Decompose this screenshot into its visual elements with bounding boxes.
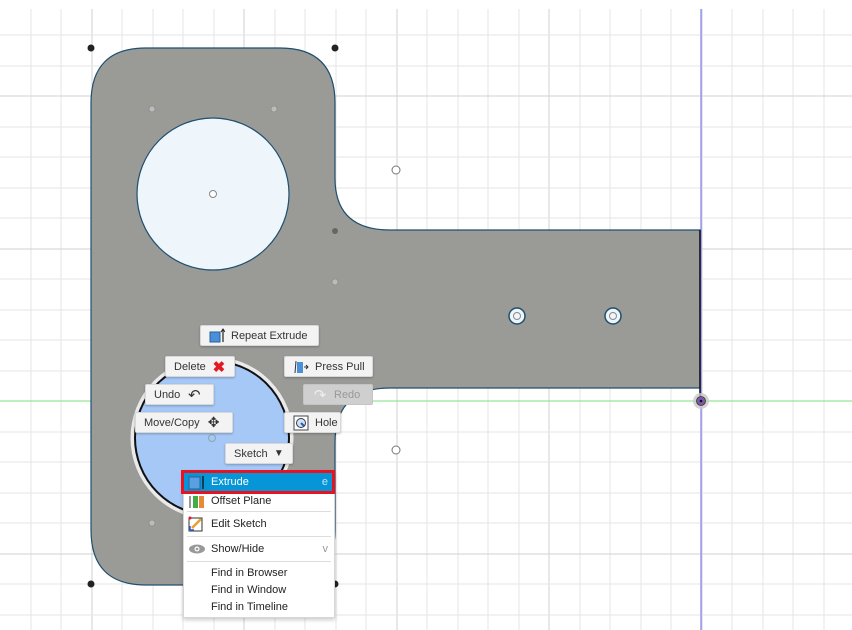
sketch-point [392, 446, 400, 454]
sketch-point [332, 279, 338, 285]
menu-item-offset-plane[interactable]: Offset Plane [184, 492, 334, 509]
center-point [210, 191, 217, 198]
eye-icon [188, 541, 206, 557]
sketch-point [88, 45, 95, 52]
menu-item-label: Edit Sketch [211, 518, 267, 530]
sketch-point [271, 106, 277, 112]
press-pull-label: Press Pull [315, 361, 365, 373]
menu-item-shortcut: v [323, 543, 329, 555]
menu-item-shortcut: e [322, 476, 328, 488]
menu-item-edit-sketch[interactable]: Edit Sketch [184, 514, 334, 534]
menu-separator [187, 511, 331, 512]
menu-item-label: Offset Plane [211, 495, 271, 507]
menu-item-find-in-browser[interactable]: Find in Browser [184, 564, 334, 581]
offset-plane-icon [188, 493, 206, 509]
menu-item-label: Extrude [211, 476, 249, 488]
move-copy-button[interactable]: Move/Copy ✥ [135, 412, 233, 433]
delete-button[interactable]: Delete ✖ [165, 356, 235, 377]
menu-item-label: Find in Window [211, 584, 286, 596]
sketch-point [88, 581, 95, 588]
context-menu: Extrude e Offset Plane Edit Sketch Show/… [183, 471, 335, 618]
undo-button[interactable]: Undo ↶ [145, 384, 214, 405]
menu-item-find-in-timeline[interactable]: Find in Timeline [184, 598, 334, 615]
sketch-dropdown-button[interactable]: Sketch ▼ [225, 443, 293, 464]
sketch-point [149, 520, 155, 526]
hole-label: Hole [315, 417, 338, 429]
design-canvas[interactable] [0, 0, 852, 630]
redo-label: Redo [334, 389, 360, 401]
undo-arrow-icon: ↶ [186, 387, 202, 403]
repeat-extrude-label: Repeat Extrude [231, 330, 307, 342]
menu-item-show-hide[interactable]: Show/Hide v [184, 539, 334, 559]
origin-dot [700, 400, 703, 403]
sketch-point [332, 228, 338, 234]
redo-button[interactable]: ↷ Redo [303, 384, 373, 405]
sketch-point [149, 106, 155, 112]
small-hole[interactable] [605, 308, 621, 324]
menu-separator [187, 561, 331, 562]
menu-item-label: Find in Timeline [211, 601, 288, 613]
menu-separator [187, 536, 331, 537]
menu-item-label: Show/Hide [211, 543, 264, 555]
sketch-label: Sketch [234, 448, 268, 460]
menu-item-find-in-window[interactable]: Find in Window [184, 581, 334, 598]
press-pull-button[interactable]: Press Pull [284, 356, 373, 377]
menu-item-label: Find in Browser [211, 567, 287, 579]
small-hole[interactable] [509, 308, 525, 324]
edit-sketch-icon [188, 516, 206, 532]
menu-item-extrude[interactable]: Extrude e [184, 472, 334, 492]
move-arrows-icon: ✥ [206, 415, 222, 431]
redo-arrow-icon: ↷ [312, 387, 328, 403]
sketch-point [332, 45, 339, 52]
press-pull-icon [293, 359, 309, 375]
hole-button[interactable]: Hole [284, 412, 341, 433]
hole-icon [293, 415, 309, 431]
extrude-icon [188, 474, 206, 490]
delete-x-icon: ✖ [212, 359, 226, 375]
extrude-icon [209, 328, 225, 344]
dropdown-triangle-icon: ▼ [274, 446, 284, 462]
sketch-point [392, 166, 400, 174]
undo-label: Undo [154, 389, 180, 401]
repeat-extrude-button[interactable]: Repeat Extrude [200, 325, 319, 346]
menu-icon-spacer [188, 565, 206, 581]
menu-icon-spacer [188, 599, 206, 615]
move-copy-label: Move/Copy [144, 417, 200, 429]
delete-label: Delete [174, 361, 206, 373]
menu-icon-spacer [188, 582, 206, 598]
